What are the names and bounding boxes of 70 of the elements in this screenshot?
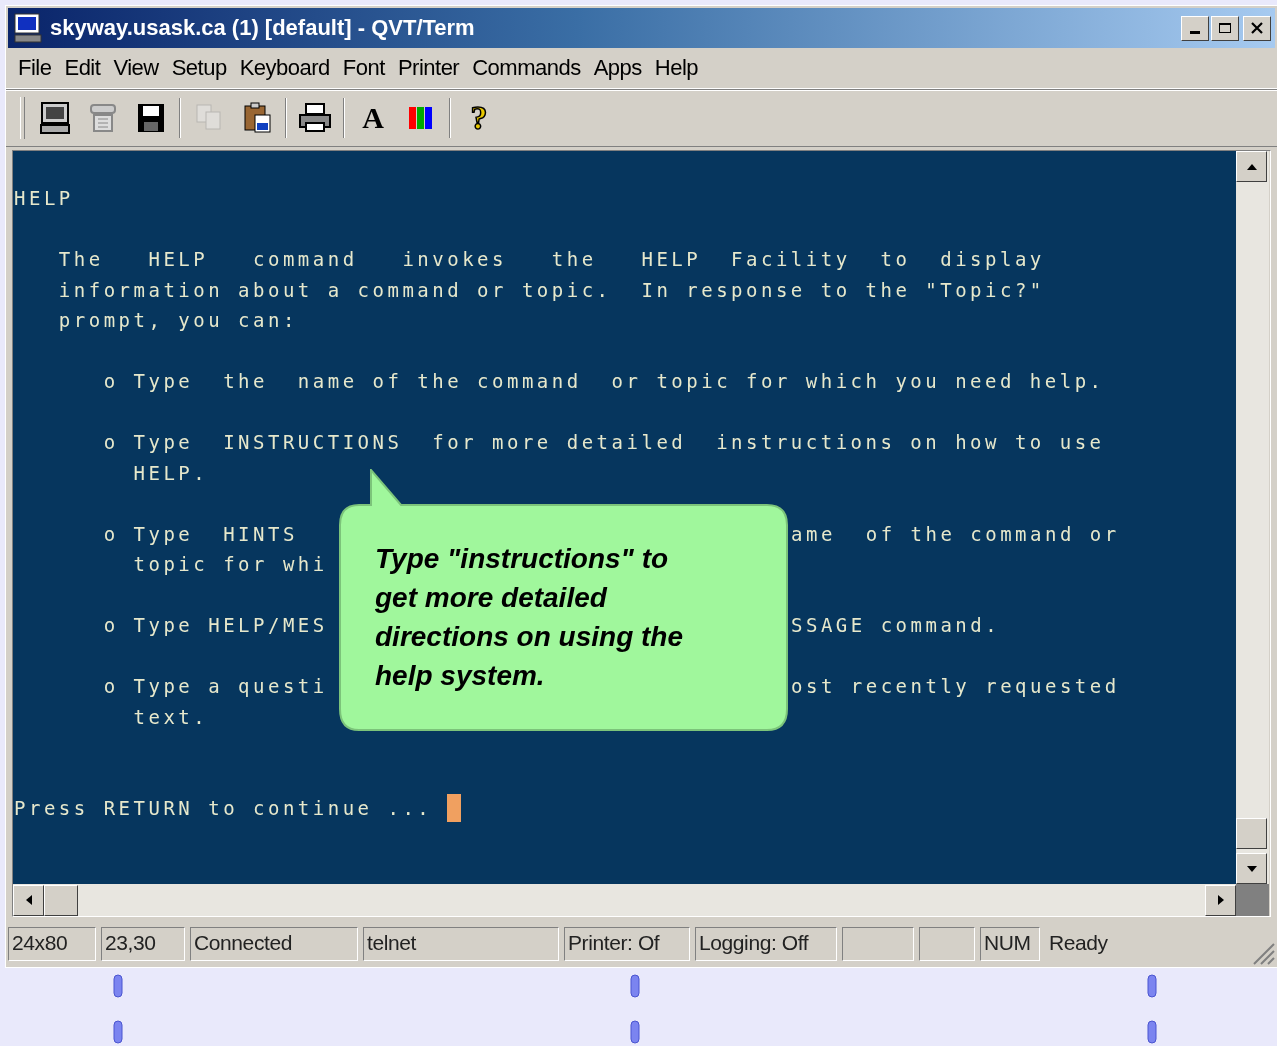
terminal-text: o Type INSTRUCTIONS for more detailed instructions on how to use [102, 430, 1105, 455]
right-arrow-icon [1216, 894, 1225, 906]
status-field [842, 927, 914, 961]
status-field: 23,30 [101, 927, 185, 961]
terminal-text: HELP. [132, 460, 209, 486]
horizontal-scrollbar[interactable] [13, 884, 1236, 916]
ring-icon [1147, 1020, 1157, 1044]
ring-icon [1147, 974, 1157, 998]
terminal-text: The HELP command invokes the HELP Facility to display [57, 247, 1045, 272]
text-cursor [447, 794, 462, 823]
ring-icon [113, 974, 123, 998]
menu-item[interactable]: Font [336, 55, 391, 81]
save-icon [136, 101, 166, 135]
status-field [919, 927, 975, 961]
menu-item[interactable]: Setup [165, 55, 233, 81]
status-field: Printer: Of [564, 927, 690, 961]
status-field: Logging: Off [695, 927, 837, 961]
left-arrow-icon [24, 894, 33, 906]
menu-item[interactable]: Commands [466, 55, 587, 81]
maximize-button[interactable] [1211, 15, 1239, 41]
app-icon [14, 13, 42, 43]
maximize-icon [1218, 22, 1232, 34]
scroll-thumb[interactable] [44, 884, 78, 916]
minimize-button[interactable] [1181, 15, 1209, 41]
terminal-text: o Type HELP/MES [102, 613, 328, 638]
menu-item[interactable]: Help [648, 55, 705, 81]
ring-icon [630, 974, 640, 998]
terminal-icon [40, 101, 70, 135]
status-text: Ready [1048, 930, 1109, 956]
font-button[interactable]: A [349, 95, 397, 141]
menu-item[interactable]: File [12, 55, 58, 81]
scroll-thumb[interactable] [1236, 818, 1267, 849]
terminal-text: prompt, you can: [57, 308, 298, 333]
menu-item[interactable]: Keyboard [233, 55, 336, 81]
down-arrow-icon [1245, 864, 1258, 873]
menu-item[interactable]: Edit [58, 55, 107, 81]
terminal-text: information about a command or topic. In response to the "Topic?" [57, 277, 1045, 303]
scroll-right-button[interactable] [1205, 884, 1236, 916]
close-button[interactable] [1243, 15, 1271, 41]
clipboard-icon [242, 101, 272, 135]
terminal-text: text. [132, 704, 209, 730]
menu-item[interactable]: Apps [587, 55, 648, 81]
terminal-text: HELP [14, 186, 74, 211]
terminal-prompt: Press RETURN to continue ... [14, 796, 434, 821]
scroll-left-button[interactable] [13, 884, 44, 916]
close-icon [1250, 22, 1264, 34]
status-field: Connected [190, 927, 358, 961]
status-field: 24x80 [8, 927, 96, 961]
telephone-icon [88, 101, 118, 135]
terminal-text: ost recently requested [791, 674, 1120, 699]
minimize-icon [1190, 30, 1200, 34]
status-field: telnet [363, 927, 559, 961]
menu-item[interactable]: View [107, 55, 165, 81]
terminal-text: o Type HINTS [102, 521, 298, 547]
terminal-text: SSAGE command. [791, 613, 1001, 638]
menu-item[interactable]: Printer [391, 55, 466, 81]
printer-icon [298, 101, 332, 135]
ring-icon [630, 1020, 640, 1044]
window-title: skyway.usask.ca (1) [default] - QVT/Term [50, 15, 476, 41]
callout-text: Type "instructions" to get more detailed directions on using the help system. [375, 542, 684, 693]
terminal-text: o Type a questi [102, 674, 328, 699]
up-arrow-icon [1245, 162, 1258, 171]
scroll-up-button[interactable] [1236, 151, 1267, 182]
terminal-text: o Type the name of the command or topic for which you need help. [102, 369, 1105, 394]
status-field: NUM [980, 927, 1040, 961]
terminal-text: ame of the command or [791, 521, 1120, 547]
vertical-scrollbar[interactable] [1236, 151, 1269, 884]
terminal-text: topic for whi [132, 552, 328, 577]
ring-icon [113, 1020, 123, 1044]
scroll-down-button[interactable] [1236, 853, 1267, 884]
